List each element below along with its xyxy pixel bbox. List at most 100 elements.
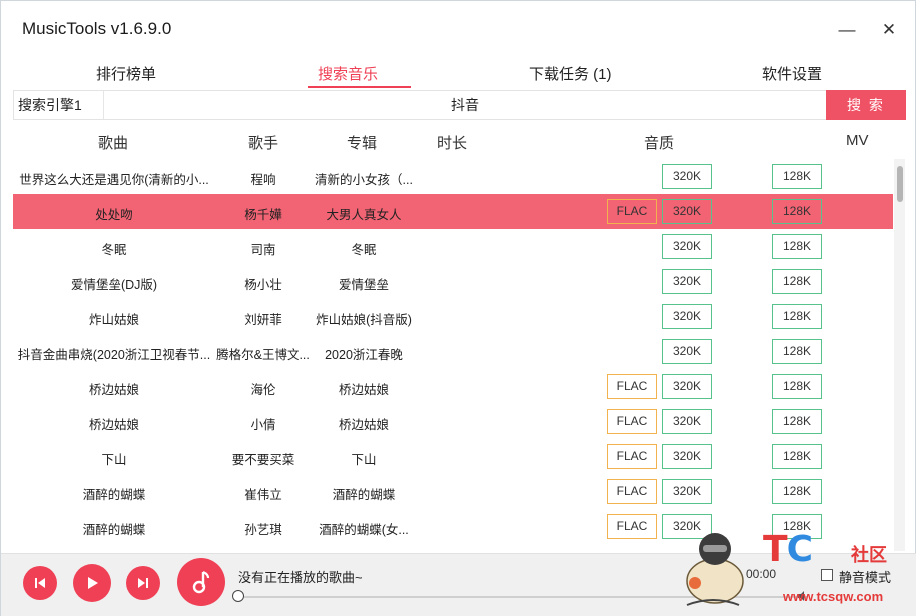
singer-name: 司南 — [250, 243, 276, 257]
previous-button[interactable] — [23, 566, 57, 600]
quality-128k-button[interactable]: 128K — [772, 479, 822, 504]
progress-bar[interactable] — [237, 596, 807, 598]
quality-128k-button[interactable]: 128K — [772, 304, 822, 329]
quality-320k-button[interactable]: 320K — [662, 374, 712, 399]
table-row[interactable]: 酒醉的蝴蝶 孙艺琪 酒醉的蝴蝶(女... FLAC 320K 128K — [13, 509, 893, 544]
volume-icon[interactable] — [797, 590, 809, 602]
quality-128k-button[interactable]: 128K — [772, 444, 822, 469]
quality-320k-button[interactable]: 320K — [662, 409, 712, 434]
music-note-icon — [192, 570, 210, 594]
tab-downloads[interactable]: 下载任务 (1) — [529, 63, 612, 84]
column-header-duration[interactable]: 时长 — [437, 132, 467, 153]
album-name: 下山 — [351, 453, 377, 467]
table-row[interactable]: 抖音金曲串烧(2020浙江卫视春节... 腾格尔&王博文... 2020浙江春晚… — [13, 334, 893, 369]
quality-128k-button[interactable]: 128K — [772, 234, 822, 259]
play-button[interactable] — [73, 564, 111, 602]
tab-search-music[interactable]: 搜索音乐 — [318, 63, 378, 84]
quality-128k-button[interactable]: 128K — [772, 374, 822, 399]
quality-320k-button[interactable]: 320K — [662, 444, 712, 469]
quality-320k-button[interactable]: 320K — [662, 479, 712, 504]
quality-128k-button[interactable]: 128K — [772, 164, 822, 189]
table-row[interactable]: 爱情堡垒(DJ版) 杨小壮 爱情堡垒 320K 128K — [13, 264, 893, 299]
singer-name: 海伦 — [250, 383, 276, 397]
progress-slider-knob[interactable] — [232, 590, 244, 602]
minimize-icon: — — [838, 20, 856, 39]
close-icon: ✕ — [881, 20, 897, 39]
song-title: 处处吻 — [95, 208, 133, 222]
album-name: 清新的小女孩（... — [315, 173, 413, 187]
scrollbar-track[interactable] — [894, 159, 905, 551]
quality-320k-button[interactable]: 320K — [662, 304, 712, 329]
next-button[interactable] — [126, 566, 160, 600]
song-title: 桥边姑娘 — [88, 418, 139, 432]
table-row[interactable]: 桥边姑娘 小倩 桥边姑娘 FLAC 320K 128K — [13, 404, 893, 439]
quality-128k-button[interactable]: 128K — [772, 514, 822, 539]
album-name: 酒醉的蝴蝶 — [332, 488, 396, 502]
skip-previous-icon — [35, 578, 45, 588]
column-header-song[interactable]: 歌曲 — [98, 132, 128, 153]
song-title: 酒醉的蝴蝶 — [82, 523, 146, 537]
scrollbar-thumb[interactable] — [897, 166, 903, 202]
quality-320k-button[interactable]: 320K — [662, 234, 712, 259]
table-row[interactable]: 酒醉的蝴蝶 崔伟立 酒醉的蝴蝶 FLAC 320K 128K — [13, 474, 893, 509]
album-name: 桥边姑娘 — [338, 418, 389, 432]
singer-name: 杨千嬅 — [244, 208, 282, 222]
search-engine-select[interactable]: 搜索引擎1 — [14, 91, 104, 119]
quality-320k-button[interactable]: 320K — [662, 199, 712, 224]
quality-320k-button[interactable]: 320K — [662, 514, 712, 539]
column-header-quality[interactable]: 音质 — [644, 132, 674, 153]
quality-320k-button[interactable]: 320K — [662, 269, 712, 294]
album-name: 爱情堡垒 — [338, 278, 389, 292]
search-bar: 搜索引擎1 搜 索 — [13, 90, 906, 120]
app-window: MusicTools v1.6.9.0 — ✕ 排行榜单 搜索音乐 下载任务 (… — [0, 0, 916, 616]
quality-flac-button[interactable]: FLAC — [607, 479, 657, 504]
quality-320k-button[interactable]: 320K — [662, 164, 712, 189]
song-title: 抖音金曲串烧(2020浙江卫视春节... — [17, 348, 211, 362]
singer-name: 腾格尔&王博文... — [216, 348, 310, 362]
singer-name: 程响 — [250, 173, 276, 187]
singer-name: 崔伟立 — [244, 488, 282, 502]
column-header-mv[interactable]: MV — [846, 132, 869, 149]
quality-320k-button[interactable]: 320K — [662, 339, 712, 364]
column-header-singer[interactable]: 歌手 — [248, 132, 278, 153]
singer-name: 杨小壮 — [244, 278, 282, 292]
table-row[interactable]: 下山 要不要买菜 下山 FLAC 320K 128K — [13, 439, 893, 474]
main-tabs: 排行榜单 搜索音乐 下载任务 (1) 软件设置 — [13, 57, 905, 89]
now-playing-text: 没有正在播放的歌曲~ — [238, 570, 363, 585]
song-title: 冬眠 — [101, 243, 127, 257]
tab-charts[interactable]: 排行榜单 — [96, 63, 156, 84]
tab-settings[interactable]: 软件设置 — [762, 63, 822, 84]
column-header-album[interactable]: 专辑 — [347, 132, 377, 153]
quality-128k-button[interactable]: 128K — [772, 269, 822, 294]
table-row[interactable]: 炸山姑娘 刘妍菲 炸山姑娘(抖音版) 320K 128K — [13, 299, 893, 334]
table-row[interactable]: 世界这么大还是遇见你(清新的小... 程响 清新的小女孩（... 320K 12… — [13, 159, 893, 194]
quality-flac-button[interactable]: FLAC — [607, 409, 657, 434]
table-row-selected[interactable]: 处处吻 杨千嬅 大男人真女人 FLAC 320K 128K — [13, 194, 893, 229]
song-title: 下山 — [101, 453, 127, 467]
quality-128k-button[interactable]: 128K — [772, 339, 822, 364]
album-cover[interactable] — [177, 558, 225, 606]
silent-mode-checkbox[interactable] — [821, 569, 833, 581]
song-title: 酒醉的蝴蝶 — [82, 488, 146, 502]
quality-flac-button[interactable]: FLAC — [607, 444, 657, 469]
results-table: 世界这么大还是遇见你(清新的小... 程响 清新的小女孩（... 320K 12… — [13, 159, 893, 551]
skip-next-icon — [138, 578, 148, 588]
app-title: MusicTools v1.6.9.0 — [22, 19, 172, 38]
table-row[interactable]: 桥边姑娘 海伦 桥边姑娘 FLAC 320K 128K — [13, 369, 893, 404]
close-button[interactable]: ✕ — [876, 18, 902, 42]
search-input[interactable] — [104, 91, 826, 119]
quality-flac-button[interactable]: FLAC — [607, 374, 657, 399]
quality-128k-button[interactable]: 128K — [772, 199, 822, 224]
quality-flac-button[interactable]: FLAC — [607, 514, 657, 539]
album-name: 2020浙江春晚 — [325, 348, 403, 362]
table-row[interactable]: 冬眠 司南 冬眠 320K 128K — [13, 229, 893, 264]
minimize-button[interactable]: — — [834, 18, 860, 42]
album-name: 桥边姑娘 — [338, 383, 389, 397]
time-label: 00:00 — [746, 567, 777, 581]
album-name: 酒醉的蝴蝶(女... — [319, 523, 409, 537]
search-button[interactable]: 搜 索 — [826, 90, 906, 120]
quality-flac-button[interactable]: FLAC — [607, 199, 657, 224]
play-icon — [88, 577, 98, 589]
quality-128k-button[interactable]: 128K — [772, 409, 822, 434]
song-title: 爱情堡垒(DJ版) — [70, 278, 158, 292]
